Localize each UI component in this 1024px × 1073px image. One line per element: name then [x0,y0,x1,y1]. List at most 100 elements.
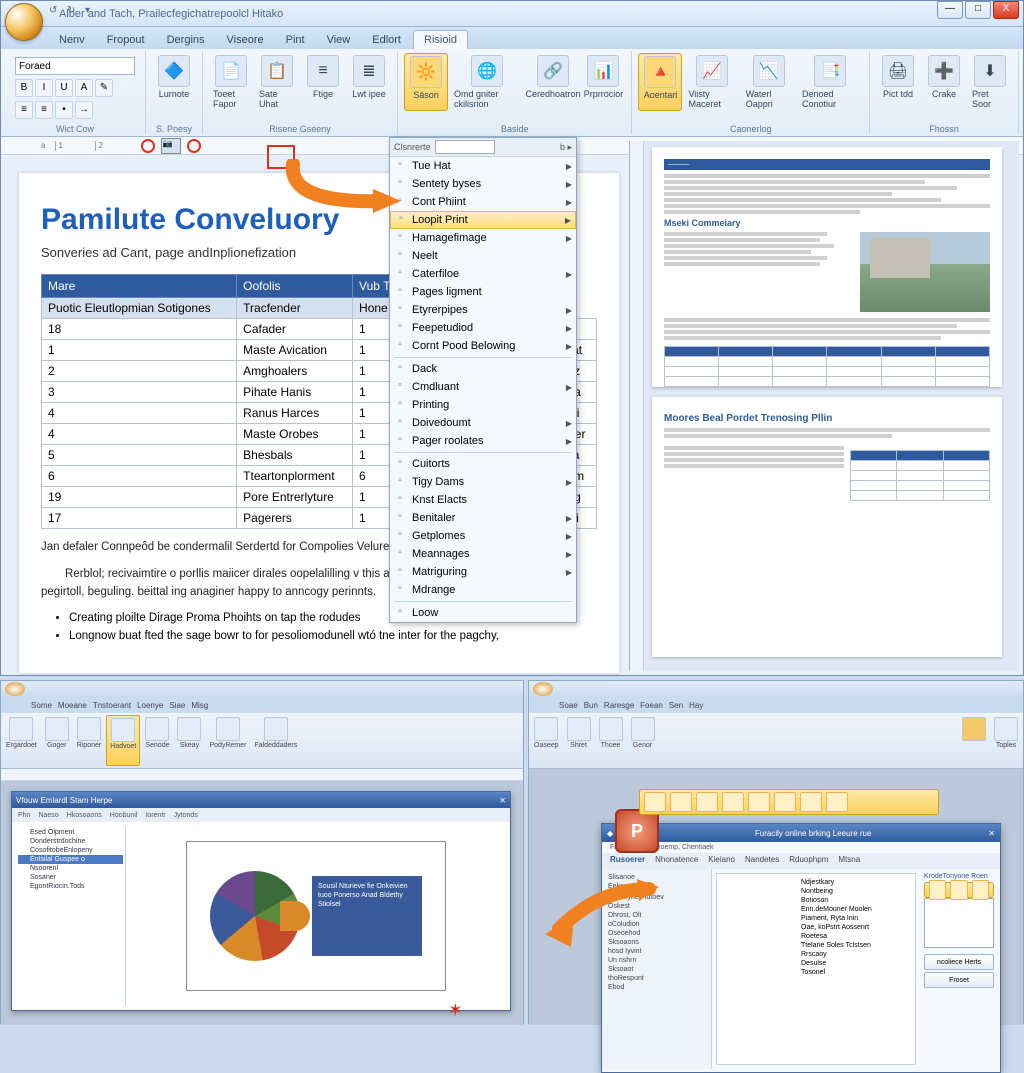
menu-item[interactable]: ▫Getplomes▶ [390,527,576,545]
dialog-tab[interactable]: Rduophpm [789,855,828,867]
menu-item[interactable]: ▫Printing [390,396,576,414]
menu-item[interactable]: ▫Meannages▶ [390,545,576,563]
dialog-tab[interactable]: Rusoerer [610,855,645,867]
list-item[interactable]: Sksoaot [606,965,707,974]
qat-undo-icon[interactable]: ↺ [49,5,63,19]
menu-item[interactable]: ▫Etyrerpipes▶ [390,301,576,319]
menu-search-input[interactable] [435,140,495,154]
underline-icon[interactable]: U [55,79,73,97]
ribbon-btn[interactable]: Riponer [74,715,105,766]
menu-item[interactable]: ▫Hamagefimage▶ [390,229,576,247]
tab[interactable]: Soae [559,701,578,710]
ribbon-btn[interactable]: 📄Toeet Fapor [209,53,253,111]
tab-pint[interactable]: Pint [276,31,315,49]
tree-item[interactable]: Esed Olpment [18,828,123,837]
menu-item[interactable]: ▫Dack [390,360,576,378]
context-menu[interactable]: Clsnrerteb ▸ ▫Tue Hat▶▫Sentety byses▶▫Co… [389,137,577,623]
office-orb[interactable] [533,682,553,696]
ribbon-btn[interactable]: 📑Denoed Conotiur [798,53,863,111]
ribbon-btn[interactable]: Senode [142,715,172,766]
list-item[interactable]: thoRespunt [606,974,707,983]
tree-item[interactable]: Nsoorenl [18,864,123,873]
menu-item[interactable]: ▫Caterfiloe▶ [390,265,576,283]
ribbon-btn[interactable]: 🔗Ceredhoatron [527,53,580,111]
menu-item[interactable]: ▫Tigy Dams▶ [390,473,576,491]
ribbon-btn[interactable]: Goger [42,715,72,766]
property-row[interactable]: Ndjestkary [721,878,911,887]
action-button[interactable]: ncoliece Herts [924,954,994,970]
tab[interactable]: Hay [689,701,703,710]
menu-item[interactable]: ▫Matriguring▶ [390,563,576,581]
dialog-tab[interactable]: Kieiano [708,855,735,867]
align-center-icon[interactable]: ≡ [35,101,53,119]
tab[interactable]: Iorentr [145,812,165,819]
ribbon-btn[interactable]: 🌐Omd gniter ckilisrion [450,53,525,111]
tab[interactable]: Raresge [604,701,634,710]
tree-item[interactable]: Entsilal Guspee o [18,855,123,864]
property-row[interactable]: Oae, koPstrt Aossenrt [721,923,911,932]
action-button[interactable]: Froset [924,972,994,988]
tree-item[interactable]: Donderstrdochine [18,837,123,846]
maximize-button[interactable]: □ [965,1,991,19]
font-name-select[interactable] [15,57,135,75]
bullets-icon[interactable]: • [55,101,73,119]
dialog-tab[interactable]: Mtsna [838,855,860,867]
tab[interactable]: Misg [191,701,208,710]
property-row[interactable]: Nontbeing [721,887,911,896]
office-orb[interactable] [5,3,43,41]
ribbon-btn[interactable]: Genor [628,715,658,766]
preview-page[interactable]: Moores Beal Pordet Trenosing Pllin [652,397,1002,657]
tab[interactable]: Jytonds [174,812,198,819]
indent-icon[interactable]: → [75,101,93,119]
menu-item[interactable]: ▫Tue Hat▶ [390,157,576,175]
tab[interactable]: Loenye [137,701,163,710]
menu-item[interactable]: ▫Cmdluant▶ [390,378,576,396]
ribbon-btn[interactable]: Toples [991,715,1021,766]
font-color-icon[interactable]: A [75,79,93,97]
italic-icon[interactable]: I [35,79,53,97]
menu-item[interactable]: ▫Cont Phiint▶ [390,193,576,211]
dialog-tab[interactable]: Nandetes [745,855,779,867]
property-row[interactable]: Desulse [721,959,911,968]
tab-dergins[interactable]: Dergins [157,31,215,49]
property-row[interactable]: Piament, Ryta Inin [721,914,911,923]
close-icon[interactable]: ✕ [499,796,506,805]
ribbon-btn[interactable]: 📊Prprrocior [581,53,625,111]
tab[interactable]: Hkosoaons [67,812,102,819]
menu-item[interactable]: ▫Sentety byses▶ [390,175,576,193]
tab-risioid[interactable]: Risioid [413,30,468,49]
tab-viseore[interactable]: Viseore [217,31,274,49]
tab[interactable]: Bun [584,701,598,710]
tree-item[interactable]: Sosaner [18,873,123,882]
preview-page[interactable]: ——— Mseki Commeiary [652,147,1002,387]
menu-item[interactable]: ▫Mdrange [390,581,576,599]
menu-item[interactable]: ▫Feepetudiod▶ [390,319,576,337]
ribbon-btn[interactable]: 🔷Lurnote [152,53,196,101]
ribbon-btn-active[interactable]: 🔺Aoentari [638,53,682,111]
property-row[interactable]: Rrscaoy [721,950,911,959]
ribbon-btn[interactable]: PodyRemer [206,715,249,766]
list-item[interactable]: Un nshrn [606,956,707,965]
qat-more-icon[interactable]: ▾ [85,5,99,19]
ribbon-btn[interactable]: ≣Lwt ipee [347,53,391,111]
tab[interactable]: Some [31,701,52,710]
dialog-window[interactable]: ◆ EhnexFuracily online brking Leeure rue… [601,823,1001,1073]
ribbon-btn[interactable]: ≡Ftige [301,53,345,111]
bold-icon[interactable]: B [15,79,33,97]
ribbon-btn[interactable]: Ergardoet [3,715,40,766]
ribbon-btn[interactable]: 📉Waterl Oappri [742,53,796,111]
ribbon-btn[interactable]: 🖨Pict tdd [876,53,920,111]
property-row[interactable]: Botioson [721,896,911,905]
menu-item[interactable]: ▫Doivedoumt▶ [390,414,576,432]
ribbon-btn[interactable]: 📈Viisty Maceret [684,53,739,111]
menu-item[interactable]: ▫Pages ligment [390,283,576,301]
menu-item[interactable]: ▫Neelt [390,247,576,265]
ribbon-btn[interactable]: Shret [564,715,594,766]
tab-view[interactable]: View [317,31,361,49]
ribbon-btn-active[interactable]: 🔆Sáson [404,53,448,111]
tab[interactable]: Naeso [38,812,58,819]
tab-edlort[interactable]: Edlort [362,31,411,49]
tab-nenv[interactable]: Nenv [49,31,95,49]
ribbon-btn[interactable]: Oaseep [531,715,562,766]
tab[interactable]: Moeane [58,701,87,710]
